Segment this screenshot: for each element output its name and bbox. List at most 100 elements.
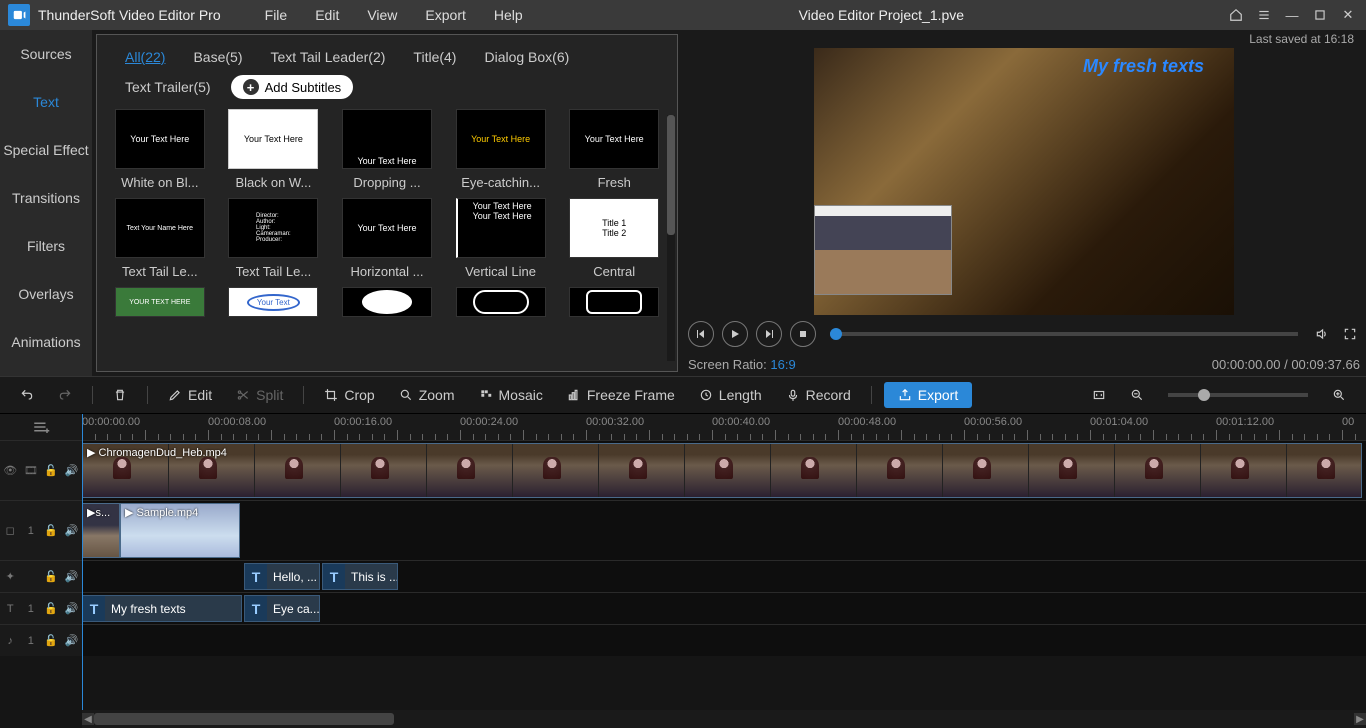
record-button[interactable]: Record — [778, 383, 859, 407]
filter-tab-title[interactable]: Title(4) — [399, 45, 470, 69]
filter-tab-text-tail-leader[interactable]: Text Tail Leader(2) — [257, 45, 400, 69]
sidebar-item-sources[interactable]: Sources — [0, 30, 92, 78]
clip-text-hello[interactable]: THello, ... — [244, 563, 320, 590]
track-lane-text[interactable]: TMy fresh texts TEye ca... — [82, 593, 1366, 624]
text-template-green-label[interactable]: YOUR TEXT HERE — [107, 287, 213, 317]
sidebar-item-overlays[interactable]: Overlays — [0, 270, 92, 318]
speaker-icon[interactable]: 🔊 — [64, 570, 80, 583]
text-template-horizontal[interactable]: Your Text HereHorizontal ... — [334, 198, 440, 279]
sidebar: Sources Text Special Effect Transitions … — [0, 30, 92, 376]
speaker-icon[interactable]: 🔊 — [64, 634, 80, 647]
add-track-button[interactable] — [0, 414, 82, 440]
text-template-rounded-1[interactable] — [448, 287, 554, 317]
filter-tab-text-trailer[interactable]: Text Trailer(5) — [111, 75, 225, 99]
text-template-central[interactable]: Title 1 Title 2Central — [561, 198, 667, 279]
clip-main-video[interactable]: ▶ ChromagenDud_Heb.mp4 — [82, 443, 1362, 498]
clip-text-fresh[interactable]: TMy fresh texts — [82, 595, 242, 622]
text-template-tail-leader-2[interactable]: Director: Author: Light: Cameraman: Prod… — [221, 198, 327, 279]
sidebar-item-animations[interactable]: Animations — [0, 318, 92, 366]
timeline-ruler[interactable]: 00:00:00.0000:00:08.0000:00:16.0000:00:2… — [82, 414, 1366, 440]
edit-button[interactable]: Edit — [160, 383, 220, 407]
track-lane-fx[interactable]: THello, ... TThis is ... — [82, 561, 1366, 592]
text-template-black-on-white[interactable]: Your Text HereBlack on W... — [221, 109, 327, 190]
scroll-left-icon[interactable]: ◀ — [82, 713, 94, 725]
sidebar-item-text[interactable]: Text — [0, 78, 92, 126]
text-template-dropping[interactable]: Your Text HereDropping ... — [334, 109, 440, 190]
track-head-video: 👁 🎞 🔓 🔊 — [0, 441, 82, 500]
menu-help[interactable]: Help — [480, 7, 537, 23]
filter-tab-base[interactable]: Base(5) — [179, 45, 256, 69]
filter-tab-dialog-box[interactable]: Dialog Box(6) — [470, 45, 583, 69]
lock-icon[interactable]: 🔓 — [43, 524, 59, 537]
sidebar-item-transitions[interactable]: Transitions — [0, 174, 92, 222]
text-template-tail-leader-1[interactable]: Text Your Name HereText Tail Le... — [107, 198, 213, 279]
text-template-bubble[interactable]: Your Text — [221, 287, 327, 317]
text-template-fresh[interactable]: Your Text HereFresh — [561, 109, 667, 190]
scroll-right-icon[interactable]: ▶ — [1354, 713, 1366, 725]
clip-pip-1[interactable]: ▶s... — [82, 503, 120, 558]
minimize-icon[interactable]: — — [1282, 5, 1302, 25]
menu-view[interactable]: View — [353, 7, 411, 23]
speaker-icon[interactable]: 🔊 — [64, 464, 80, 477]
speaker-icon[interactable]: 🔊 — [64, 524, 80, 537]
pip-icon: ◻ — [2, 524, 18, 537]
length-button[interactable]: Length — [691, 383, 770, 407]
plus-icon: + — [243, 79, 259, 95]
delete-button[interactable] — [105, 384, 135, 406]
lock-icon[interactable]: 🔓 — [43, 602, 59, 615]
titlebar: ThunderSoft Video Editor Pro File Edit V… — [0, 0, 1366, 30]
clip-text-this-is[interactable]: TThis is ... — [322, 563, 398, 590]
next-frame-button[interactable] — [756, 321, 782, 347]
clip-text-eye[interactable]: TEye ca... — [244, 595, 320, 622]
zoom-out-icon[interactable] — [1122, 384, 1152, 406]
prev-frame-button[interactable] — [688, 321, 714, 347]
zoom-slider[interactable] — [1168, 393, 1308, 397]
menu-export[interactable]: Export — [411, 7, 479, 23]
text-template-oval[interactable] — [334, 287, 440, 317]
menu-file[interactable]: File — [251, 7, 302, 23]
timeline-horizontal-scrollbar[interactable]: ◀ ▶ — [82, 710, 1366, 728]
add-subtitles-button[interactable]: + Add Subtitles — [231, 75, 354, 99]
export-button[interactable]: Export — [884, 382, 972, 408]
track-head-music: ♪ 1 🔓 🔊 — [0, 625, 82, 656]
text-template-vertical-line[interactable]: Your Text Here Your Text HereVertical Li… — [448, 198, 554, 279]
redo-button[interactable] — [50, 384, 80, 406]
text-count: 1 — [23, 603, 39, 615]
menu-edit[interactable]: Edit — [301, 7, 353, 23]
freeze-frame-button[interactable]: Freeze Frame — [559, 383, 683, 407]
filter-tab-all[interactable]: All(22) — [111, 45, 179, 69]
text-template-rounded-2[interactable] — [561, 287, 667, 317]
eye-icon[interactable]: 👁 — [2, 464, 18, 477]
track-lane-music[interactable] — [82, 625, 1366, 656]
speaker-icon[interactable]: 🔊 — [64, 602, 80, 615]
hamburger-icon[interactable] — [1254, 5, 1274, 25]
clip-pip-2[interactable]: ▶ Sample.mp4 — [120, 503, 240, 558]
maximize-icon[interactable] — [1310, 5, 1330, 25]
track-lane-video[interactable]: ▶ ChromagenDud_Heb.mp4 — [82, 441, 1366, 500]
text-template-white-on-black[interactable]: Your Text HereWhite on Bl... — [107, 109, 213, 190]
volume-icon[interactable] — [1312, 324, 1332, 344]
play-button[interactable] — [722, 321, 748, 347]
zoom-in-icon[interactable] — [1324, 384, 1354, 406]
app-title: ThunderSoft Video Editor Pro — [38, 7, 221, 23]
track-lane-pip[interactable]: ▶s... ▶ Sample.mp4 — [82, 501, 1366, 560]
split-button[interactable]: Split — [228, 383, 291, 407]
library-scrollbar[interactable] — [667, 115, 675, 361]
sidebar-item-filters[interactable]: Filters — [0, 222, 92, 270]
sidebar-item-special-effect[interactable]: Special Effect — [0, 126, 92, 174]
text-template-eye-catching[interactable]: Your Text HereEye-catchin... — [448, 109, 554, 190]
fit-timeline-icon[interactable] — [1084, 384, 1114, 406]
undo-button[interactable] — [12, 384, 42, 406]
crop-button[interactable]: Crop — [316, 383, 382, 407]
mosaic-button[interactable]: Mosaic — [471, 383, 551, 407]
preview-viewport[interactable]: My fresh texts — [814, 48, 1234, 315]
preview-progress-bar[interactable] — [830, 332, 1298, 336]
stop-button[interactable] — [790, 321, 816, 347]
close-icon[interactable]: ✕ — [1338, 5, 1358, 25]
zoom-button[interactable]: Zoom — [391, 383, 463, 407]
home-icon[interactable] — [1226, 5, 1246, 25]
lock-icon[interactable]: 🔓 — [43, 464, 59, 477]
lock-icon[interactable]: 🔓 — [43, 634, 59, 647]
fullscreen-icon[interactable] — [1340, 324, 1360, 344]
lock-icon[interactable]: 🔓 — [43, 570, 59, 583]
